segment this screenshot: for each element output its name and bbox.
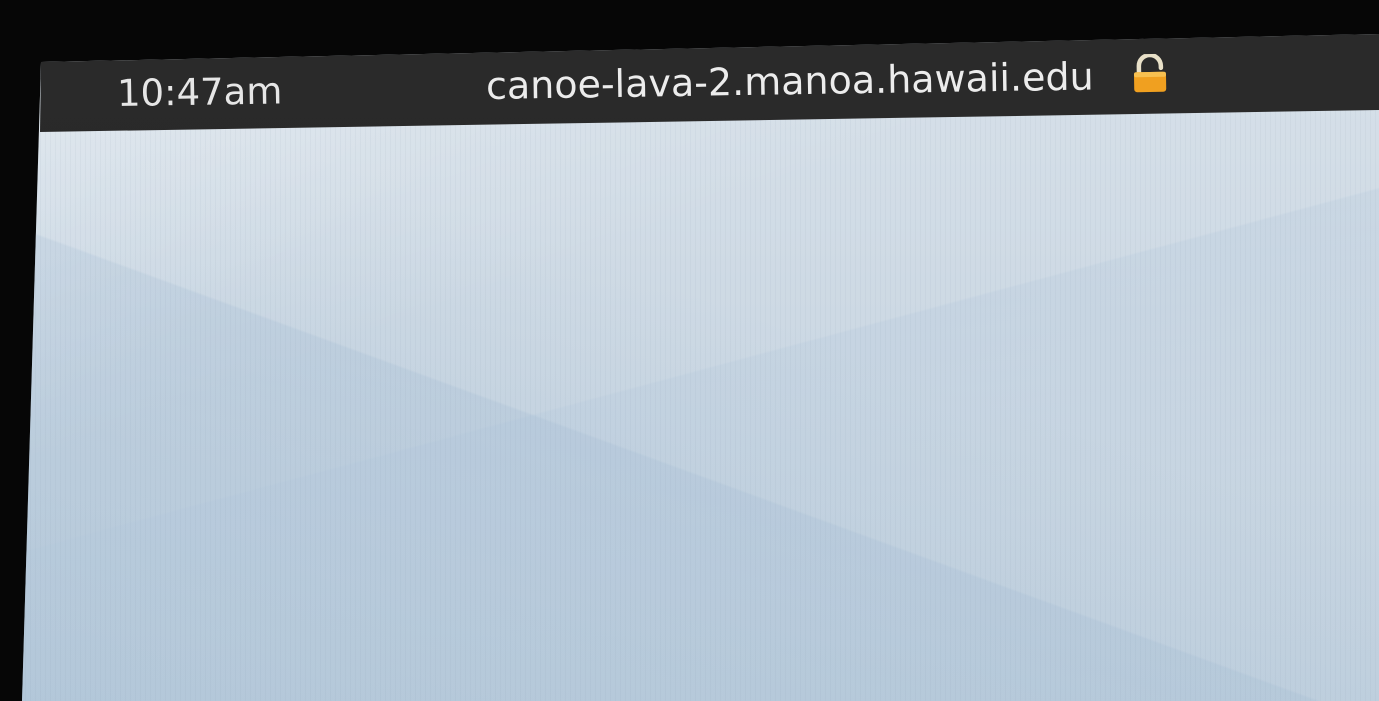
lock-icon-graphic xyxy=(1133,52,1167,93)
clock[interactable]: 10:47am xyxy=(117,69,283,115)
lock-icon[interactable] xyxy=(1131,52,1170,97)
photo-frame: 10:47am canoe-lava-2.manoa.hawaii.edu xyxy=(0,0,1379,701)
